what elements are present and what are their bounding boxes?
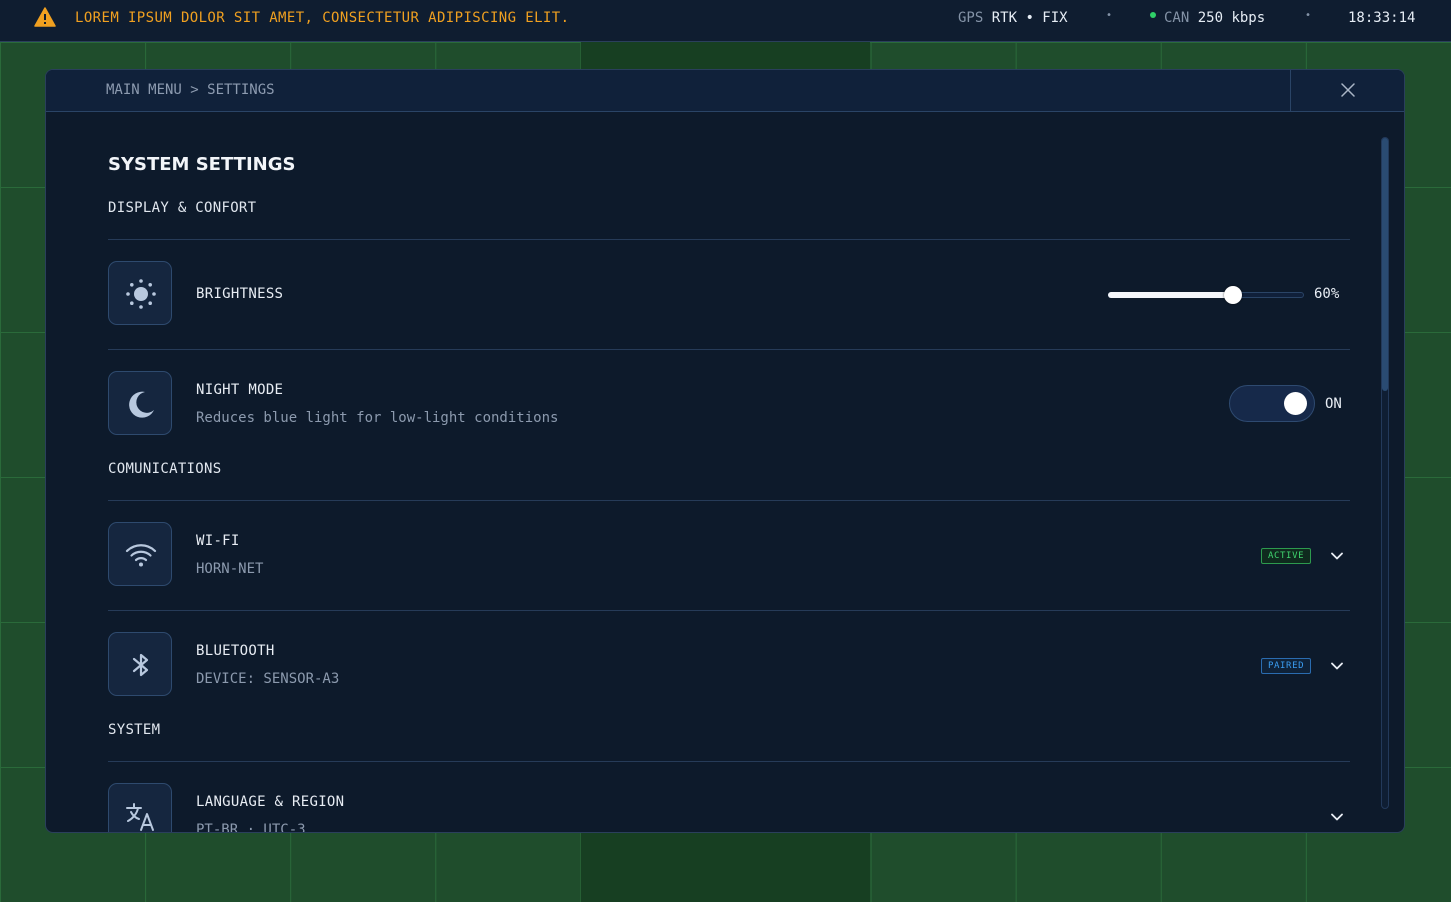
status-badge: ACTIVE [1261, 548, 1312, 564]
page-title: SYSTEM SETTINGS [108, 154, 296, 175]
wifi-label: WI-FI [196, 533, 240, 549]
bluetooth-label: BLUETOOTH [196, 643, 275, 659]
moon-icon [129, 391, 154, 418]
gps-status: GPS RTK • FIX [958, 10, 1068, 26]
divider [108, 610, 1350, 611]
divider [108, 239, 1350, 240]
wifi-icon-box [108, 522, 172, 586]
slider-fill [1108, 292, 1234, 298]
breadcrumb[interactable]: MAIN MENU > SETTINGS [106, 82, 275, 98]
close-icon [1341, 83, 1355, 97]
night-mode-row: NIGHT MODE Reduces blue light for low-li… [108, 371, 1350, 439]
close-button[interactable] [1290, 70, 1404, 111]
language-value: PT-BR · UTC-3 [196, 822, 306, 833]
brightness-icon-box [108, 261, 172, 325]
warning-icon [34, 7, 56, 27]
brightness-value: 60% [1314, 286, 1340, 302]
wifi-icon [125, 544, 157, 567]
toggle-knob [1284, 392, 1307, 415]
night-mode-label: NIGHT MODE [196, 382, 284, 398]
translate-icon [126, 803, 154, 831]
divider [108, 761, 1350, 762]
gps-label: GPS [958, 10, 984, 26]
map-cell-highlight [581, 833, 870, 902]
section-display: DISPLAY & CONFORT [108, 200, 257, 216]
can-value: 250 kbps [1197, 10, 1266, 26]
bluetooth-icon-box [108, 632, 172, 696]
section-communications: COMUNICATIONS [108, 461, 222, 477]
gps-value: RTK • FIX [991, 10, 1068, 26]
sun-icon [126, 279, 156, 309]
language-row[interactable]: LANGUAGE & REGION PT-BR · UTC-3 [108, 783, 1350, 833]
status-bar: LOREM IPSUM DOLOR SIT AMET, CONSECTETUR … [0, 0, 1451, 42]
language-icon-box [108, 783, 172, 832]
slider-thumb[interactable] [1224, 286, 1243, 304]
brightness-slider[interactable] [1108, 286, 1304, 304]
bluetooth-icon [132, 653, 149, 677]
settings-modal: MAIN MENU > SETTINGS SYSTEM SETTINGS DIS… [45, 69, 1405, 833]
night-mode-state: ON [1325, 396, 1342, 412]
divider [108, 500, 1350, 501]
night-mode-toggle[interactable] [1229, 385, 1315, 422]
modal-header: MAIN MENU > SETTINGS [46, 70, 1404, 112]
can-status: CAN 250 kbps [1150, 10, 1265, 26]
can-label: CAN [1164, 10, 1190, 26]
status-separator: • [1305, 10, 1312, 21]
brightness-row: BRIGHTNESS 60% [108, 261, 1350, 329]
scrollbar[interactable] [1381, 137, 1389, 809]
wifi-row[interactable]: WI-FI HORN-NET ACTIVE [108, 522, 1350, 590]
chevron-down-icon[interactable] [1331, 552, 1343, 560]
brightness-label: BRIGHTNESS [196, 286, 284, 302]
divider [108, 349, 1350, 350]
clock: 18:33:14 [1348, 10, 1416, 26]
map-cell-highlight [581, 42, 870, 70]
chevron-down-icon[interactable] [1331, 662, 1343, 670]
language-label: LANGUAGE & REGION [196, 794, 345, 810]
status-badge: PAIRED [1261, 658, 1312, 674]
wifi-network: HORN-NET [196, 561, 264, 577]
can-status-dot [1150, 12, 1156, 18]
night-mode-description: Reduces blue light for low-light conditi… [196, 410, 559, 426]
chevron-down-icon[interactable] [1331, 813, 1343, 821]
warning-message: LOREM IPSUM DOLOR SIT AMET, CONSECTETUR … [75, 10, 570, 26]
section-system: SYSTEM [108, 722, 161, 738]
night-mode-icon-box [108, 371, 172, 435]
scrollbar-thumb[interactable] [1382, 138, 1388, 391]
bluetooth-row[interactable]: BLUETOOTH DEVICE: SENSOR-A3 PAIRED [108, 632, 1350, 700]
status-separator: • [1106, 10, 1113, 21]
bluetooth-device: DEVICE: SENSOR-A3 [196, 671, 340, 687]
